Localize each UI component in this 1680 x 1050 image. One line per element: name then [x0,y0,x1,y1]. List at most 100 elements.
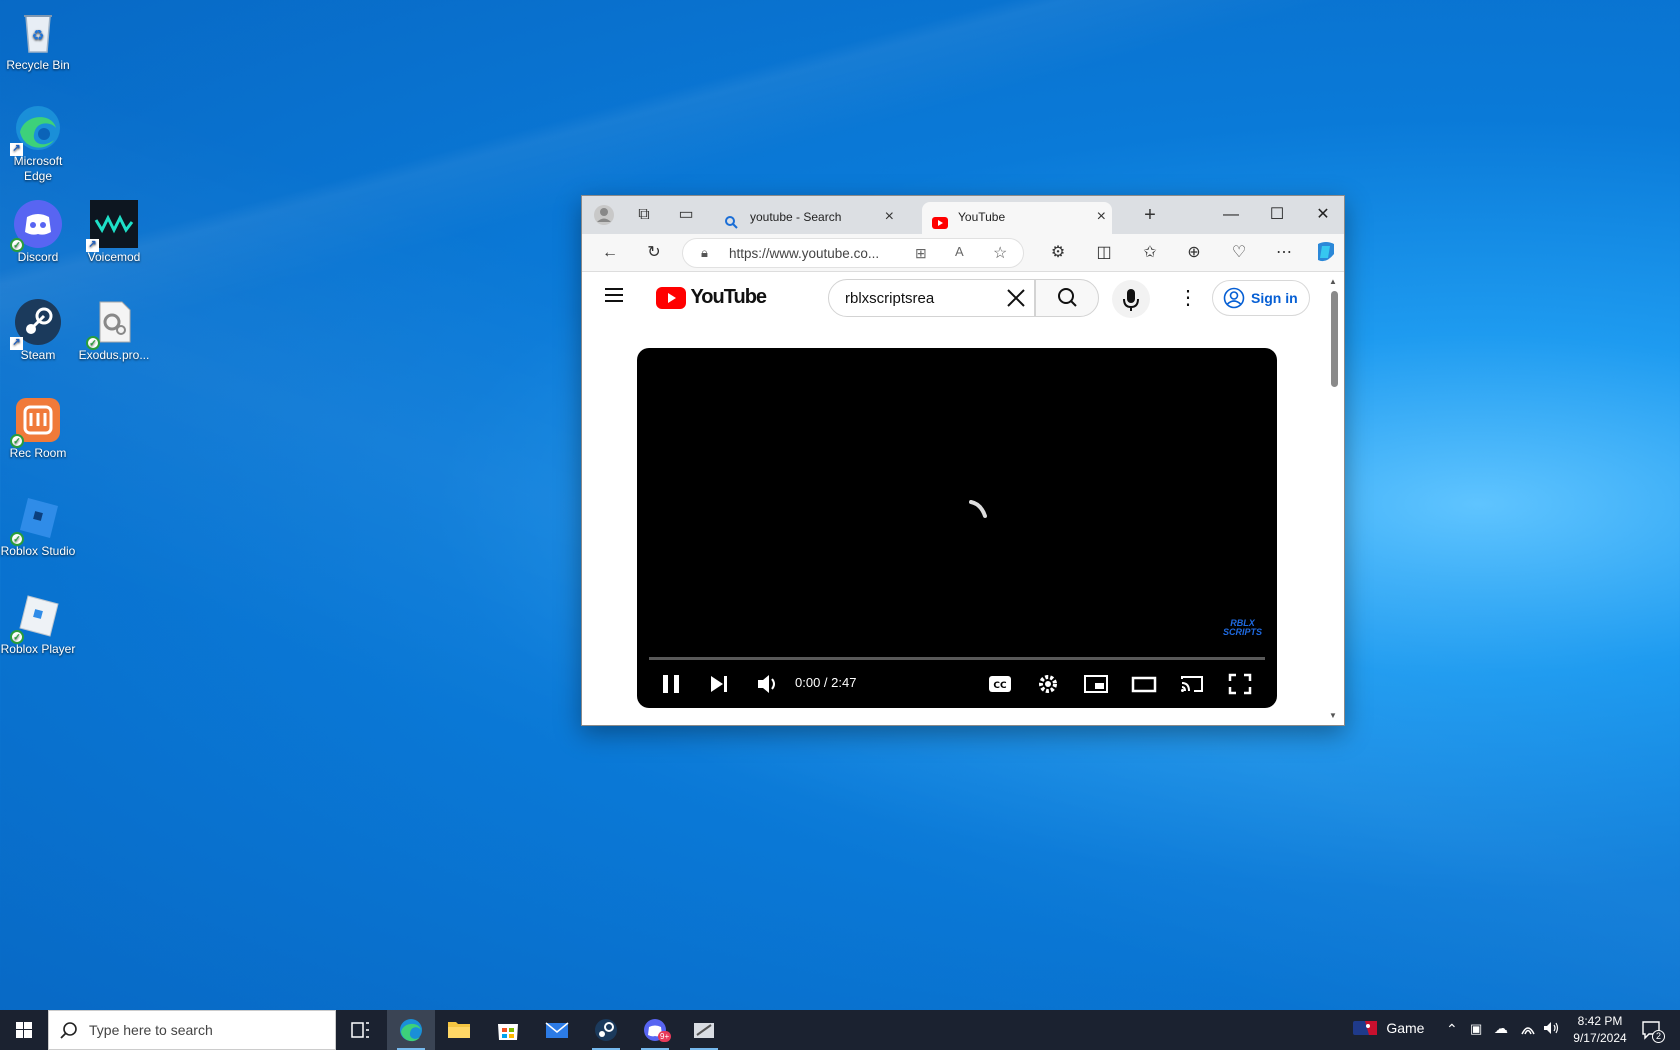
mute-button[interactable] [755,670,779,698]
scroll-up-icon[interactable]: ▲ [1329,277,1337,286]
scroll-down-icon[interactable]: ▼ [1329,711,1337,720]
maximize-button[interactable]: ☐ [1254,196,1300,234]
desktop-icon-recycle-bin[interactable]: ♻ Recycle Bin [0,8,76,73]
seek-bar[interactable] [649,657,1265,660]
refresh-icon[interactable]: ↻ [640,240,668,266]
task-view-button[interactable] [336,1010,384,1050]
roblox-studio-icon: ✓ [10,494,62,546]
sync-check-icon: ✓ [86,336,100,350]
shortcut-arrow-icon: ↗ [10,143,23,156]
browser-essentials-icon[interactable]: ♡ [1225,240,1253,266]
store-icon [498,1024,518,1040]
search-input[interactable]: rblxscriptsrea [828,279,1035,317]
edge-browser-window: ⧉ ▭ youtube - Search × YouTube × + — ☐ ✕… [581,195,1345,726]
new-tab-icon[interactable]: + [1138,204,1162,226]
taskbar-steam[interactable] [582,1010,630,1050]
desktop-icon-label: Discord [17,250,59,264]
collections-icon[interactable]: ⊕ [1180,240,1208,266]
desktop-icon-discord[interactable]: ✓ Discord [0,200,76,265]
gear-icon [1039,675,1057,693]
close-window-button[interactable]: ✕ [1300,196,1346,234]
desktop-icon-edge[interactable]: ↗ Microsoft Edge [0,104,76,184]
volume-icon [758,675,775,693]
desktop-icon-roblox-studio[interactable]: ✓ Roblox Studio [0,494,76,559]
meet-now-icon[interactable]: ▣ [1470,1021,1482,1050]
settings-kebab-icon[interactable]: ⋮ [1178,287,1198,309]
workspaces-icon[interactable]: ⧉ [632,204,656,226]
settings-button[interactable] [1035,670,1061,698]
svg-text:♻: ♻ [32,28,45,44]
tab-youtube[interactable]: YouTube × [922,202,1112,234]
favorite-star-icon[interactable]: ☆ [993,243,1007,263]
closed-captions-icon: CC [989,676,1011,692]
taskbar-search-box[interactable]: Type here to search [48,1010,336,1050]
voice-search-button[interactable] [1112,280,1150,318]
clear-search-icon[interactable] [1000,282,1032,314]
theater-mode-button[interactable] [1131,670,1157,698]
close-tab-icon[interactable]: × [885,202,894,232]
network-icon[interactable] [1520,1020,1536,1050]
shortcut-arrow-icon: ↗ [10,337,23,350]
back-arrow-icon[interactable]: ← [596,240,624,266]
discord-icon [644,1019,666,1041]
cast-icon [1181,676,1203,692]
pause-button[interactable] [659,670,683,698]
more-options-icon[interactable]: ⋯ [1270,240,1298,266]
desktop-icon-label: Rec Room [9,446,67,460]
sign-in-button[interactable]: Sign in [1212,280,1310,316]
taskbar-store[interactable] [484,1010,532,1050]
copilot-icon[interactable] [1312,240,1340,266]
snipping-tool-icon [694,1023,714,1038]
hamburger-menu-icon[interactable] [604,287,624,308]
notification-count: 2 [1652,1030,1665,1043]
desktop-icon-steam[interactable]: ↗ Steam [0,298,76,363]
action-center-button[interactable]: 2 [1640,1018,1665,1050]
desktop-icon-roblox-player[interactable]: ✓ Roblox Player [0,592,76,657]
notification-badge: 9+ [658,1031,672,1042]
taskbar-mail[interactable] [533,1010,581,1050]
split-screen-icon[interactable]: ◫ [1090,240,1118,266]
desktop-icon-rec-room[interactable]: ✓ Rec Room [0,396,76,461]
desktop-icon-exodus[interactable]: ✓ Exodus.pro... [76,298,152,363]
fullscreen-icon [1228,673,1252,695]
clock[interactable]: 8:42 PM 9/17/2024 [1567,1013,1633,1050]
next-button[interactable] [707,670,731,698]
youtube-favicon-icon [932,210,948,229]
volume-icon[interactable] [1542,1020,1560,1050]
close-tab-icon[interactable]: × [1097,202,1106,232]
favorites-icon[interactable]: ✩ [1136,240,1164,266]
voicemod-icon: ↗ [86,200,138,252]
taskbar-file-explorer[interactable] [435,1010,483,1050]
youtube-page: YouTube rblxscriptsrea ⋮ Sign in RBLX SC… [582,273,1344,725]
search-icon [60,1022,77,1039]
theater-mode-icon [1131,676,1157,693]
minimize-button[interactable]: — [1208,196,1254,234]
channel-watermark[interactable]: RBLX SCRIPTS [1223,619,1262,637]
address-bar[interactable]: 🔒︎ https://www.youtube.co... ⊞ A ☆ [682,238,1024,268]
tab-actions-icon[interactable]: ▭ [674,204,698,226]
taskbar-snipping-tool[interactable] [680,1010,728,1050]
fullscreen-button[interactable] [1227,670,1253,698]
youtube-logo[interactable]: YouTube [656,286,767,310]
show-hidden-icons-icon[interactable]: ⌃ [1446,1021,1458,1050]
desktop-icon-voicemod[interactable]: ↗ Voicemod [76,200,152,265]
page-scrollbar[interactable]: ▲ ▼ [1324,273,1344,725]
search-button[interactable] [1035,279,1099,317]
edge-icon [400,1019,422,1042]
app-available-icon[interactable]: ⊞ [915,245,927,262]
read-aloud-icon[interactable]: A [955,244,964,259]
onedrive-cloud-icon[interactable]: ☁ [1494,1020,1508,1050]
start-button[interactable] [0,1010,48,1050]
profile-icon[interactable] [592,204,616,226]
desktop-icon-label: Roblox Studio [0,544,76,558]
tab-bing-search[interactable]: youtube - Search × [714,202,900,234]
game-widget[interactable]: Game [1353,1020,1424,1040]
video-player[interactable]: RBLX SCRIPTS 0:00 / 2:47 CC [637,348,1277,708]
scrollbar-thumb[interactable] [1331,291,1338,387]
taskbar-edge[interactable] [387,1010,435,1050]
extensions-icon[interactable]: ⚙ [1044,240,1072,266]
cast-button[interactable] [1179,670,1205,698]
captions-button[interactable]: CC [987,670,1013,698]
taskbar-discord[interactable]: 9+ [631,1010,679,1050]
miniplayer-button[interactable] [1083,670,1109,698]
